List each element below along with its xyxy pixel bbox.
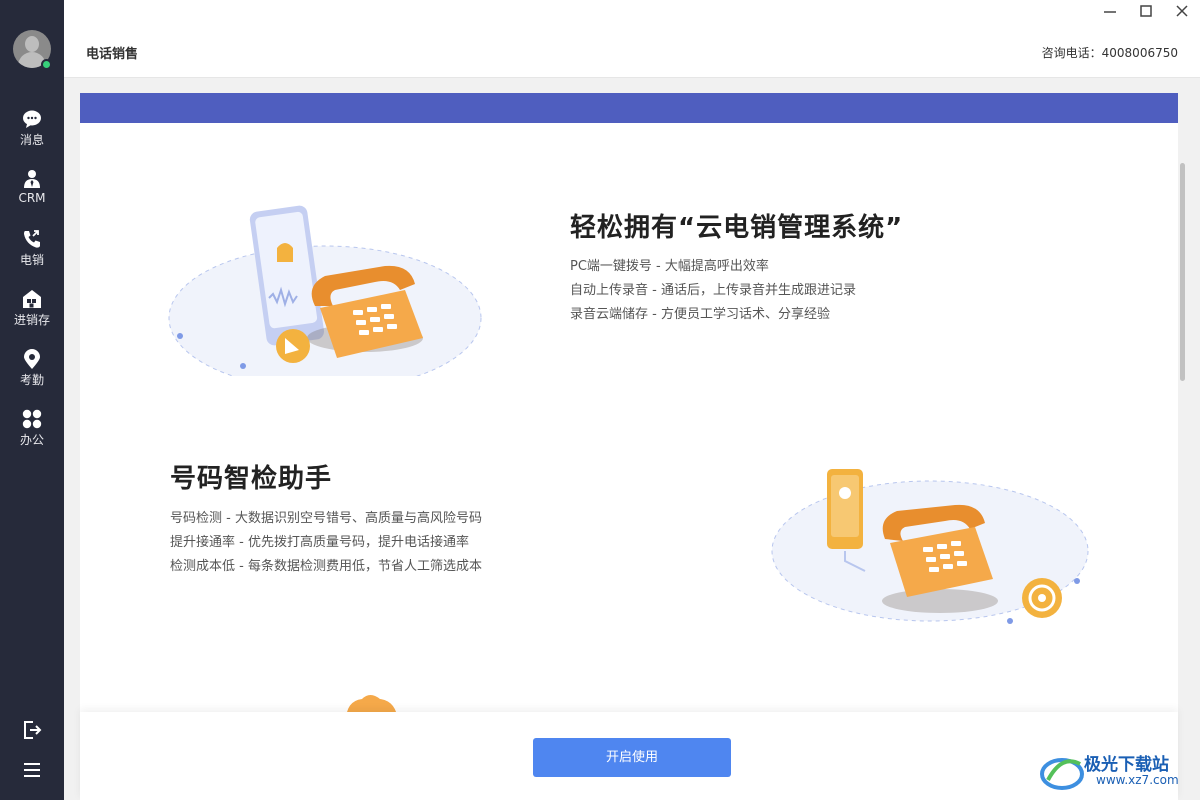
feature-line: 提升接通率 - 优先拨打高质量号码，提升电话接通率 xyxy=(170,535,469,550)
sidebar-item-label: 办公 xyxy=(19,433,44,447)
feature-description: 号码检测 - 大数据识别空号错号、高质量与高风险号码 提升接通率 - 优先拨打高… xyxy=(170,507,482,579)
menu-icon[interactable] xyxy=(21,759,43,781)
scrollbar-thumb[interactable] xyxy=(1180,163,1185,381)
chat-icon xyxy=(23,110,41,128)
feature-line: 自动上传录音 - 通话后，上传录音并生成跟进记录 xyxy=(570,283,856,298)
sidebar-item-telesales[interactable]: 电销 xyxy=(0,224,64,280)
feature-line: 号码检测 - 大数据识别空号错号、高质量与高风险号码 xyxy=(170,511,482,526)
online-status-dot xyxy=(41,59,52,70)
feature-line: 检测成本低 - 每条数据检测费用低，节省人工筛选成本 xyxy=(170,559,482,574)
crm-person-icon xyxy=(24,170,40,188)
start-using-button[interactable]: 开启使用 xyxy=(533,738,731,777)
sidebar-item-label: CRM xyxy=(18,191,46,205)
footer-bar: 开启使用 xyxy=(80,712,1178,800)
sidebar-item-label: 消息 xyxy=(19,133,44,147)
top-banner xyxy=(80,93,1178,123)
consult-phone: 咨询电话：4008006750 xyxy=(1041,46,1178,60)
location-pin-icon xyxy=(24,349,40,369)
feature-title: 轻松拥有“云电销管理系统” xyxy=(570,213,904,243)
logout-icon[interactable] xyxy=(21,719,43,741)
watermark-name: 极光下载站 xyxy=(1084,755,1169,775)
number-check-illustration xyxy=(765,469,1095,631)
sidebar-item-messages[interactable]: 消息 xyxy=(0,104,64,160)
minimize-icon[interactable] xyxy=(1092,0,1128,24)
feature-title: 号码智检助手 xyxy=(170,464,333,494)
sidebar-item-office[interactable]: 办公 xyxy=(0,404,64,460)
window-titlebar xyxy=(64,0,1200,24)
sidebar: 消息 CRM 电销 进销存 考勤 办公 xyxy=(0,0,64,800)
page-header: 电话销售 咨询电话：4008006750 xyxy=(64,24,1200,78)
feature-line: PC端一键拨号 - 大幅提高呼出效率 xyxy=(570,259,769,274)
aurora-logo-icon xyxy=(1040,758,1084,790)
feature-line: 录音云端储存 - 方便员工学习话术、分享经验 xyxy=(570,307,830,322)
sidebar-item-label: 进销存 xyxy=(13,313,50,327)
sidebar-item-inventory[interactable]: 进销存 xyxy=(0,284,64,340)
cloud-telesales-illustration xyxy=(165,205,485,383)
phone-call-icon xyxy=(24,230,40,248)
grid-apps-icon xyxy=(22,409,42,429)
sidebar-item-label: 考勤 xyxy=(19,373,44,387)
sidebar-item-label: 电销 xyxy=(19,253,44,267)
sidebar-item-crm[interactable]: CRM xyxy=(0,164,64,220)
warehouse-icon xyxy=(23,290,41,308)
page-title: 电话销售 xyxy=(86,47,139,62)
watermark-url: www.xz7.com xyxy=(1096,773,1179,787)
feature-description: PC端一键拨号 - 大幅提高呼出效率 自动上传录音 - 通话后，上传录音并生成跟… xyxy=(570,255,856,327)
main-content: 轻松拥有“云电销管理系统” PC端一键拨号 - 大幅提高呼出效率 自动上传录音 … xyxy=(80,93,1178,800)
maximize-icon[interactable] xyxy=(1128,0,1164,24)
sidebar-item-attendance[interactable]: 考勤 xyxy=(0,344,64,400)
site-watermark: 极光下载站 www.xz7.com xyxy=(1040,748,1195,794)
close-icon[interactable] xyxy=(1164,0,1200,24)
